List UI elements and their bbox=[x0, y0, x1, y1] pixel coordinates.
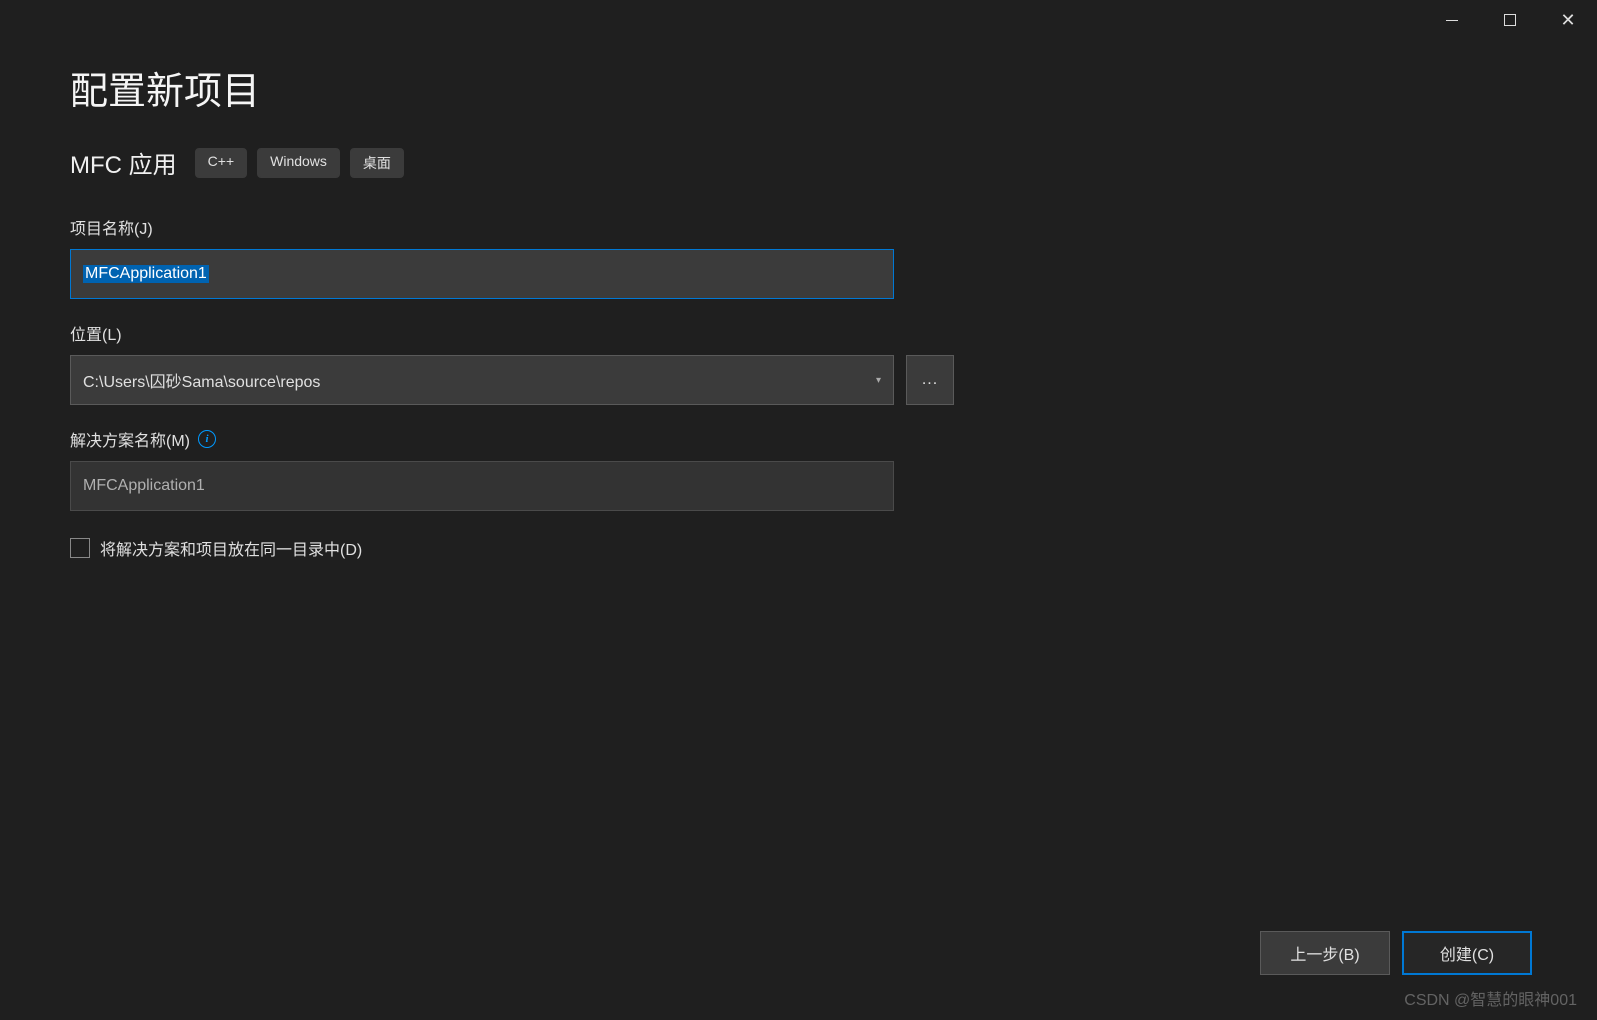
minimize-icon bbox=[1446, 20, 1458, 21]
create-button[interactable]: 创建(C) bbox=[1402, 931, 1532, 975]
close-button[interactable]: ✕ bbox=[1539, 2, 1597, 38]
title-bar: ✕ bbox=[0, 0, 1597, 40]
project-type-row: MFC 应用 C++ Windows 桌面 bbox=[70, 145, 1527, 180]
project-name-group: 项目名称(J) MFCApplication1 bbox=[70, 215, 1527, 299]
tag-cpp: C++ bbox=[195, 148, 247, 178]
project-tags: C++ Windows 桌面 bbox=[195, 148, 404, 178]
maximize-icon bbox=[1504, 14, 1516, 26]
solution-name-value: MFCApplication1 bbox=[83, 477, 205, 495]
footer-buttons: 上一步(B) 创建(C) bbox=[1260, 931, 1532, 975]
solution-name-label: 解决方案名称(M) bbox=[70, 427, 190, 451]
solution-name-group: 解决方案名称(M) i MFCApplication1 bbox=[70, 427, 1527, 511]
project-type-label: MFC 应用 bbox=[70, 145, 177, 180]
location-dropdown[interactable]: C:\Users\囚砂Sama\source\repos ▾ bbox=[70, 355, 894, 405]
location-group: 位置(L) C:\Users\囚砂Sama\source\repos ▾ ... bbox=[70, 321, 1527, 405]
project-name-label: 项目名称(J) bbox=[70, 215, 153, 239]
watermark: CSDN @智慧的眼神001 bbox=[1404, 986, 1577, 1010]
main-content: 配置新项目 MFC 应用 C++ Windows 桌面 项目名称(J) MFCA… bbox=[0, 40, 1597, 580]
same-directory-label[interactable]: 将解决方案和项目放在同一目录中(D) bbox=[100, 536, 362, 560]
maximize-button[interactable] bbox=[1481, 2, 1539, 38]
tag-desktop: 桌面 bbox=[350, 148, 404, 178]
chevron-down-icon: ▾ bbox=[876, 375, 881, 386]
window-controls: ✕ bbox=[1423, 2, 1597, 38]
minimize-button[interactable] bbox=[1423, 2, 1481, 38]
location-value: C:\Users\囚砂Sama\source\repos bbox=[83, 368, 320, 392]
tag-windows: Windows bbox=[257, 148, 340, 178]
same-directory-checkbox[interactable] bbox=[70, 538, 90, 558]
back-button[interactable]: 上一步(B) bbox=[1260, 931, 1390, 975]
browse-label: ... bbox=[922, 371, 938, 389]
project-name-value: MFCApplication1 bbox=[83, 265, 209, 283]
location-label: 位置(L) bbox=[70, 321, 122, 345]
close-icon: ✕ bbox=[1560, 10, 1575, 31]
browse-button[interactable]: ... bbox=[906, 355, 954, 405]
solution-name-input[interactable]: MFCApplication1 bbox=[70, 461, 894, 511]
project-name-input[interactable]: MFCApplication1 bbox=[70, 249, 894, 299]
same-directory-row: 将解决方案和项目放在同一目录中(D) bbox=[70, 536, 1527, 560]
info-icon[interactable]: i bbox=[198, 430, 216, 448]
page-title: 配置新项目 bbox=[70, 60, 1527, 115]
